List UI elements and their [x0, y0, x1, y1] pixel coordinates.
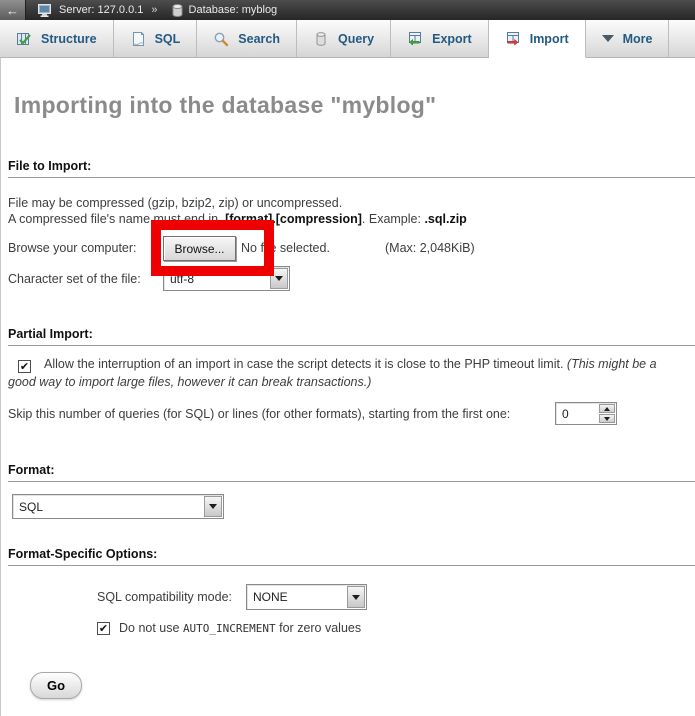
- section-heading-partial-import: Partial Import:: [8, 327, 695, 346]
- dropdown-arrow-button[interactable]: [204, 496, 222, 517]
- max-size-text: (Max: 2,048KiB): [385, 241, 475, 255]
- skip-queries-spinner: [555, 402, 617, 425]
- section-heading-format-specific: Format-Specific Options:: [8, 547, 695, 566]
- back-button[interactable]: ←: [0, 0, 26, 20]
- auto-increment-checkbox[interactable]: ✔: [97, 622, 110, 635]
- chevron-down-icon: [602, 35, 614, 42]
- tab-label: Query: [338, 32, 374, 46]
- section-heading-format: Format:: [8, 463, 695, 482]
- note-line1: File may be compressed (gzip, bzip2, zip…: [8, 196, 342, 210]
- section-heading-file-to-import: File to Import:: [8, 159, 695, 178]
- chevron-down-icon: [604, 417, 610, 421]
- no-file-selected-text: No file selected.: [241, 241, 330, 255]
- tab-label: More: [623, 32, 653, 46]
- skip-queries-label: Skip this number of queries (for SQL) or…: [8, 407, 510, 421]
- browse-computer-label: Browse your computer:: [8, 241, 137, 255]
- compression-note: File may be compressed (gzip, bzip2, zip…: [8, 195, 467, 227]
- auto-increment-code: AUTO_INCREMENT: [183, 622, 276, 635]
- search-magnifier-icon: [213, 31, 229, 47]
- browse-button[interactable]: Browse...: [163, 236, 236, 261]
- auto-increment-label: Do not use AUTO_INCREMENT for zero value…: [119, 621, 361, 635]
- chevron-down-icon: [209, 504, 217, 509]
- tab-bar: Structure SQL Search Query: [0, 20, 695, 58]
- spinner-down-button[interactable]: [599, 414, 615, 423]
- tab-more[interactable]: More: [586, 20, 670, 57]
- breadcrumb-server-link[interactable]: Server: 127.0.0.1: [59, 4, 143, 16]
- breadcrumb-bar: ← Server: 127.0.0.1 » Database: myblog: [0, 0, 695, 20]
- tab-label: SQL: [155, 32, 181, 46]
- tab-label: Structure: [41, 32, 97, 46]
- go-button[interactable]: Go: [30, 672, 82, 699]
- tab-export[interactable]: Export: [391, 20, 489, 57]
- export-table-icon: [407, 31, 423, 47]
- tab-label: Search: [238, 32, 280, 46]
- spinner-buttons: [599, 404, 615, 423]
- chevron-up-icon: [604, 407, 610, 411]
- allow-interruption-label: Allow the interruption of an import in c…: [44, 357, 567, 371]
- sql-page-icon: [130, 31, 146, 47]
- spinner-up-button[interactable]: [599, 404, 615, 413]
- note-format-pattern: .[format].[compression]: [222, 212, 362, 226]
- allow-interruption-row: ✔ Allow the interruption of an import in…: [8, 355, 687, 391]
- tab-structure[interactable]: Structure: [0, 20, 114, 57]
- chevron-down-icon: [275, 276, 283, 281]
- chevron-down-icon: [352, 595, 360, 600]
- tab-search[interactable]: Search: [197, 20, 297, 57]
- format-select[interactable]: SQL: [12, 494, 224, 519]
- charset-select[interactable]: utf-8: [163, 266, 290, 291]
- tab-query[interactable]: Query: [297, 20, 391, 57]
- tab-label: Import: [530, 32, 569, 46]
- tab-import[interactable]: Import: [489, 20, 586, 58]
- sql-compatibility-label: SQL compatibility mode:: [97, 590, 232, 604]
- format-selected-value: SQL: [13, 495, 203, 518]
- checkmark-icon: ✔: [20, 361, 29, 372]
- tab-sql[interactable]: SQL: [114, 20, 198, 57]
- breadcrumb-separator: »: [151, 4, 157, 16]
- sql-compatibility-select[interactable]: NONE: [246, 584, 367, 610]
- server-icon: [38, 4, 53, 17]
- page-title: Importing into the database "myblog": [14, 92, 436, 119]
- import-table-icon: [505, 31, 521, 47]
- dropdown-arrow-button[interactable]: [270, 268, 288, 289]
- breadcrumb-database-link[interactable]: Database: myblog: [189, 4, 278, 16]
- query-database-icon: [313, 31, 329, 47]
- checkmark-icon: ✔: [99, 623, 108, 634]
- sql-compatibility-selected-value: NONE: [247, 585, 346, 609]
- database-icon: [172, 4, 183, 17]
- tab-label: Export: [432, 32, 472, 46]
- allow-interruption-checkbox[interactable]: ✔: [18, 360, 31, 373]
- charset-selected-value: utf-8: [164, 267, 269, 290]
- skip-queries-input[interactable]: [556, 403, 598, 424]
- note-line2-mid: . Example:: [362, 212, 425, 226]
- dropdown-arrow-button[interactable]: [347, 586, 365, 608]
- note-line2-prefix: A compressed file's name must end in: [8, 212, 222, 226]
- structure-table-icon: [16, 31, 32, 47]
- auto-increment-row: ✔ Do not use AUTO_INCREMENT for zero val…: [97, 621, 361, 635]
- charset-label: Character set of the file:: [8, 272, 141, 286]
- note-example: .sql.zip: [424, 212, 466, 226]
